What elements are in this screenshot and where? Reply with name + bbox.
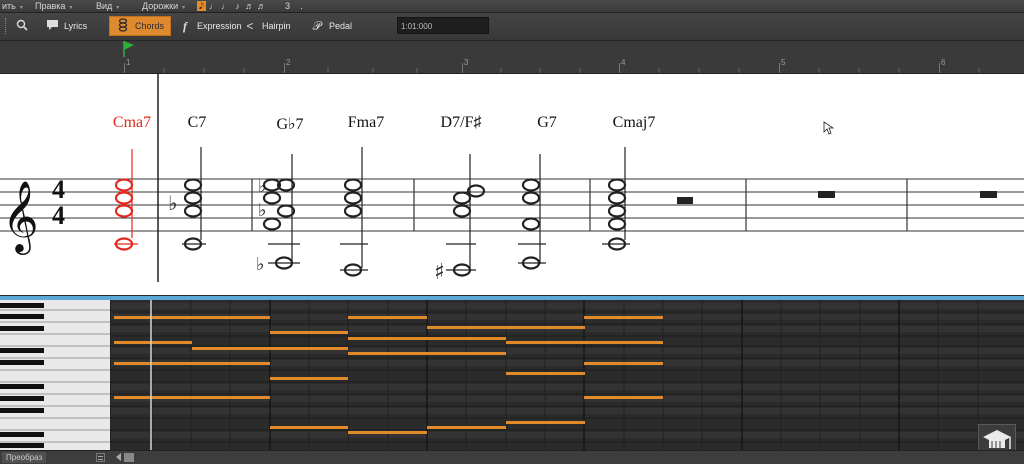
lyrics-button[interactable]: Lyrics: [44, 16, 87, 36]
chord-symbol-7[interactable]: Cmaj7: [613, 114, 656, 132]
menu-view-arrow: ▾: [116, 5, 120, 11]
ruler-minor-ticks: [163, 68, 980, 73]
chord-notes-fma7[interactable]: [340, 147, 368, 277]
score-view[interactable]: 𝄞 4 4 ♭ ♭ ♭ ♭ ♯ Cma7 C7 G♭7 Fma7 D7/F♯ G…: [0, 74, 1024, 295]
whole-rest[interactable]: [818, 191, 835, 198]
piano-keyboard[interactable]: [0, 300, 111, 450]
toolbar-grip: [5, 18, 9, 34]
duration-button-1[interactable]: 𝅘𝅥𝅮: [197, 1, 206, 11]
expression-button[interactable]: f Expression: [177, 16, 242, 36]
svg-text:♭: ♭: [168, 191, 177, 215]
speech-bubble-icon: [44, 19, 60, 34]
staff-lines: [0, 178, 1024, 232]
chords-label: Chords: [134, 21, 164, 31]
menu-file-label: ить: [2, 1, 16, 11]
lyrics-label: Lyrics: [64, 21, 88, 31]
score-toolbar: Lyrics Chords f Expression < Hairpin 𝒫 P…: [0, 13, 1024, 41]
expression-label: Expression: [197, 21, 242, 31]
chord-symbol-4[interactable]: Fma7: [348, 114, 384, 132]
menu-tracks-label: Дорожки: [142, 1, 179, 11]
duration-button-3[interactable]: ♩: [221, 1, 230, 11]
time-signature-bottom: 4: [52, 201, 65, 230]
menu-edit[interactable]: Правка ▾: [35, 0, 72, 12]
menu-edit-arrow: ▾: [69, 5, 73, 11]
whole-rest[interactable]: [980, 191, 997, 198]
chord-notes-g7[interactable]: [518, 154, 546, 270]
status-bar: Преобраз: [0, 450, 1024, 464]
chord-notes-gb7[interactable]: ♭ ♭ ♭: [256, 154, 300, 275]
dynamic-f-icon: f: [183, 18, 187, 33]
half-rest[interactable]: [677, 197, 693, 204]
horizontal-scrollbar[interactable]: [124, 453, 134, 462]
scroll-left-icon[interactable]: [116, 453, 121, 461]
chord-symbol-5[interactable]: D7/F♯: [441, 114, 482, 132]
svg-text:♭: ♭: [258, 200, 267, 221]
menu-view-label: Вид: [96, 1, 113, 11]
menu-edit-label: Правка: [35, 1, 66, 11]
svg-text:♭: ♭: [258, 176, 267, 197]
duration-button-5[interactable]: ♬: [245, 1, 254, 11]
treble-clef: 𝄞: [2, 179, 39, 255]
dot-button[interactable]: .: [297, 1, 306, 11]
chord-stack-icon: [116, 17, 131, 35]
chords-button[interactable]: Chords: [109, 16, 171, 36]
chord-notes-d7-f-sharp[interactable]: ♯: [434, 154, 486, 285]
pedal-icon: 𝒫: [312, 18, 322, 33]
position-field[interactable]: 1:01:000: [397, 17, 489, 34]
menu-file[interactable]: ить ▾: [2, 0, 23, 12]
hairpin-icon: <: [246, 19, 254, 33]
menu-tracks-arrow: ▾: [182, 5, 186, 11]
piano-roll[interactable]: [111, 300, 1024, 450]
zoom-button[interactable]: [14, 16, 34, 36]
piano-roll-grid: [111, 300, 1024, 450]
magnifier-icon: [14, 19, 30, 34]
menu-tracks[interactable]: Дорожки ▾: [142, 0, 185, 12]
chord-notes-c7[interactable]: ♭: [168, 147, 206, 251]
menu-bar: ить ▾ Правка ▾ Вид ▾ Дорожки ▾ 𝅘𝅥𝅮 ♩ ♩ ♪ ♬ ♬…: [0, 0, 1024, 13]
duration-button-6[interactable]: ♬: [257, 1, 266, 11]
time-signature-top: 4: [52, 175, 65, 204]
mouse-pointer-icon: [823, 121, 835, 135]
staff-canvas: 𝄞 4 4 ♭ ♭ ♭ ♭ ♯: [0, 74, 1024, 285]
duration-button-2[interactable]: ♩: [209, 1, 218, 11]
chord-notes-cmaj7[interactable]: [602, 147, 630, 251]
chord-symbol-3[interactable]: G♭7: [276, 114, 303, 134]
pedal-label: Pedal: [329, 21, 353, 31]
svg-text:♯: ♯: [434, 260, 445, 285]
chord-symbol-6[interactable]: G7: [537, 114, 557, 132]
transform-tab[interactable]: Преобраз: [2, 452, 47, 463]
svg-text:♭: ♭: [256, 254, 265, 275]
menu-file-arrow: ▾: [19, 5, 23, 11]
hairpin-label: Hairpin: [262, 21, 291, 31]
timeline-ruler[interactable]: 1 2 3 4 5 6: [0, 41, 1024, 74]
chord-symbol-2[interactable]: C7: [188, 114, 207, 132]
duration-button-4[interactable]: ♪: [233, 1, 242, 11]
chord-symbol-1[interactable]: Cma7: [113, 114, 151, 132]
triplet-button[interactable]: 3: [283, 1, 292, 11]
chord-notes-cma7[interactable]: [114, 149, 138, 251]
menu-view[interactable]: Вид ▾: [96, 0, 119, 12]
piano-keys: [0, 303, 110, 448]
status-menu-icon[interactable]: [96, 453, 105, 462]
hairpin-button[interactable]: < Hairpin: [242, 16, 291, 36]
pedal-button[interactable]: 𝒫 Pedal: [309, 16, 352, 36]
